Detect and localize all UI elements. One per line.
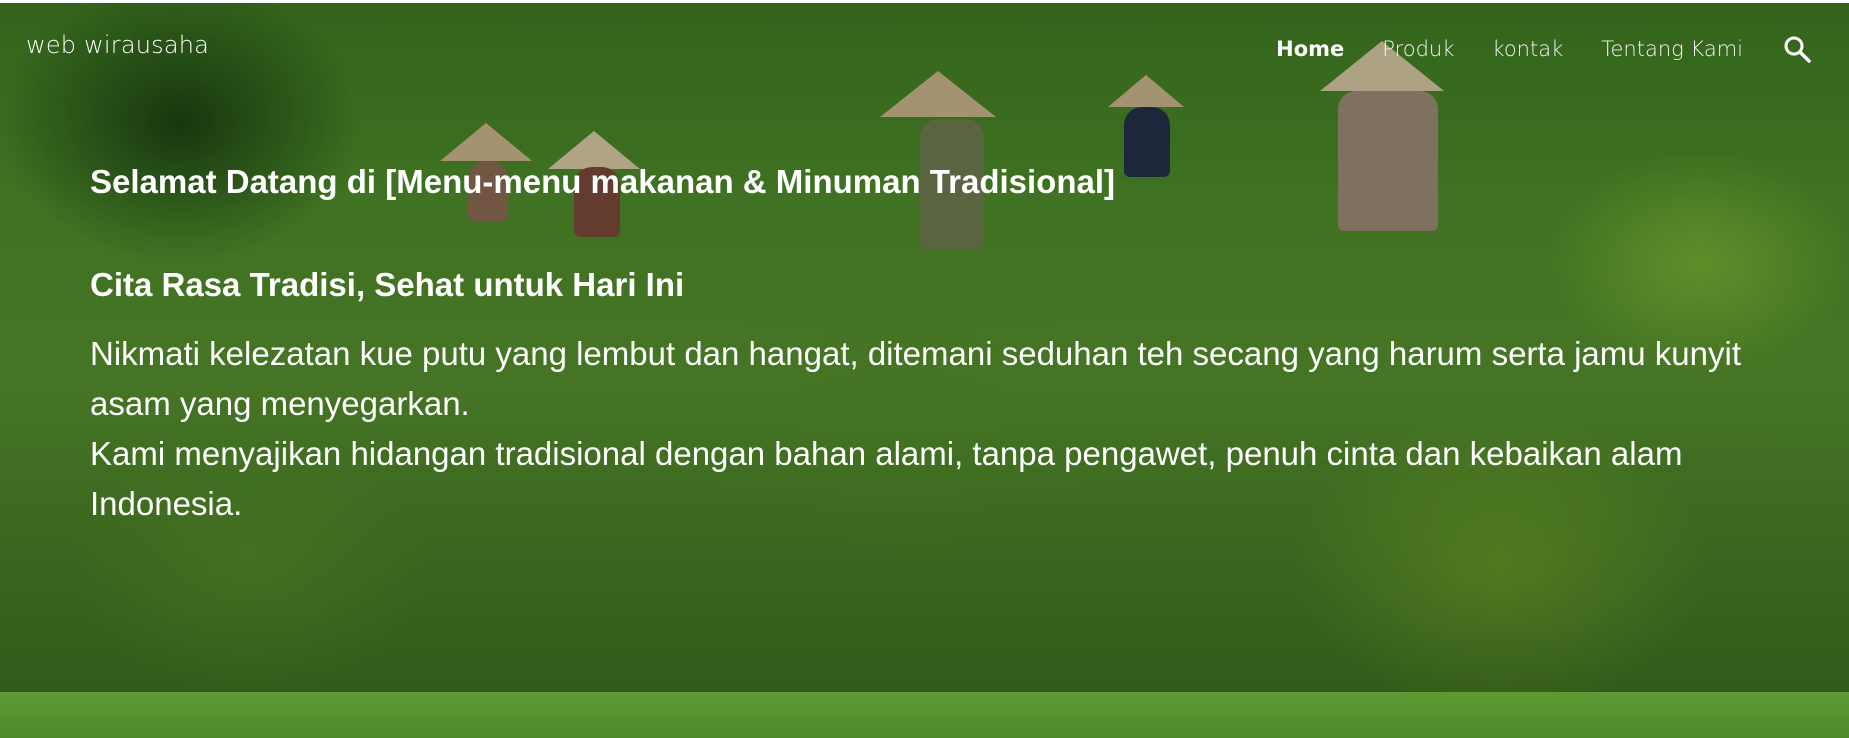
page: web wirausaha Home Produk kontak Tentang…	[0, 0, 1849, 738]
nav-link-produk[interactable]: Produk	[1382, 37, 1454, 61]
nav-link-kontak[interactable]: kontak	[1492, 37, 1563, 61]
hero-content: Selamat Datang di [Menu-menu makanan & M…	[90, 160, 1790, 529]
brand-logo-link[interactable]: web wirausaha	[26, 31, 209, 59]
hero-description: Nikmati kelezatan kue putu yang lembut d…	[90, 329, 1790, 529]
nav-link-home[interactable]: Home	[1276, 37, 1344, 61]
nav-menu: Home Produk kontak Tentang Kami	[1238, 35, 1811, 63]
tagline-heading: Cita Rasa Tradisi, Sehat untuk Hari Ini	[90, 266, 685, 303]
navbar: web wirausaha Home Produk kontak Tentang…	[0, 3, 1849, 83]
description-paragraph: Kami menyajikan hidangan tradisional den…	[90, 435, 1683, 522]
welcome-heading: Selamat Datang di [Menu-menu makanan & M…	[90, 163, 1115, 200]
next-section-strip	[0, 692, 1849, 738]
description-paragraph: Nikmati kelezatan kue putu yang lembut d…	[90, 335, 1741, 422]
search-icon[interactable]	[1783, 35, 1811, 63]
nav-link-tentang-kami[interactable]: Tentang Kami	[1601, 37, 1743, 61]
